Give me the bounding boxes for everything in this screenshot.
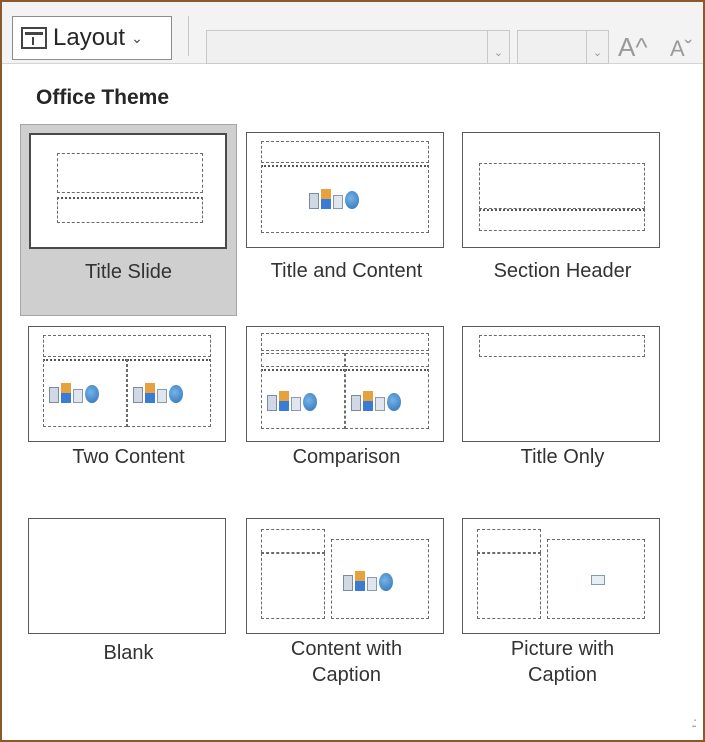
layout-gallery-window: Layout ⌄ ⌄ ⌄ A^ Aˇ Office Theme Title Sl… (0, 0, 705, 742)
layout-content-with-caption[interactable]: Content with Caption (238, 510, 455, 702)
layout-label: Content with Caption (290, 638, 403, 686)
layout-thumbnail (462, 326, 660, 442)
title-placeholder (479, 163, 645, 209)
layout-thumbnail (462, 132, 660, 248)
content-icons (49, 381, 99, 403)
content-icons (309, 187, 359, 209)
layout-thumbnail (246, 518, 444, 634)
layout-title-slide[interactable]: Title Slide (20, 124, 237, 316)
subtitle-placeholder (57, 197, 203, 223)
title-placeholder (261, 333, 429, 351)
layout-button-label: Layout (53, 24, 126, 51)
title-placeholder (57, 153, 203, 193)
layout-label: Section Header (493, 260, 632, 282)
caption-text-placeholder (477, 553, 541, 619)
content-icons (343, 569, 393, 591)
layout-thumbnail (462, 518, 660, 634)
layout-section-header[interactable]: Section Header (454, 124, 671, 316)
layout-comparison[interactable]: Comparison (238, 318, 455, 498)
right-heading-placeholder (345, 353, 429, 367)
layout-label: Two Content (72, 446, 185, 468)
ribbon-strip: Layout ⌄ ⌄ ⌄ A^ Aˇ (2, 2, 703, 64)
increase-font-size-button[interactable]: A^ (618, 32, 648, 63)
title-placeholder (261, 141, 429, 163)
title-placeholder (479, 335, 645, 357)
layout-thumbnail (28, 518, 226, 634)
layout-title-only[interactable]: Title Only (454, 318, 671, 498)
layout-label: Title and Content (270, 260, 423, 282)
resize-grip-icon[interactable]: .: (691, 714, 697, 730)
caption-title-placeholder (477, 529, 541, 553)
layout-button[interactable]: Layout ⌄ (12, 16, 172, 60)
layout-label: Picture with Caption (510, 638, 615, 686)
font-size-combobox[interactable]: ⌄ (517, 30, 609, 64)
picture-icon (591, 575, 605, 585)
layout-thumbnail (246, 132, 444, 248)
left-heading-placeholder (261, 353, 345, 367)
ribbon-separator (188, 16, 189, 56)
layout-picture-with-caption[interactable]: Picture with Caption (454, 510, 671, 702)
chevron-down-icon[interactable]: ⌄ (586, 31, 608, 63)
layout-label: Blank (103, 642, 154, 664)
layout-label: Comparison (292, 446, 401, 468)
font-name-combobox[interactable]: ⌄ (206, 30, 510, 64)
layout-thumbnail (246, 326, 444, 442)
layout-blank[interactable]: Blank (20, 510, 237, 702)
section-title: Office Theme (36, 86, 170, 109)
layout-label: Title Only (520, 446, 605, 468)
caption-text-placeholder (261, 553, 325, 619)
layout-title-and-content[interactable]: Title and Content (238, 124, 455, 316)
layout-label: Title Slide (84, 261, 173, 283)
content-icons (351, 389, 401, 411)
layout-icon (21, 27, 47, 49)
content-icons (267, 389, 317, 411)
title-placeholder (43, 335, 211, 357)
content-icons (133, 381, 183, 403)
layout-thumbnail (29, 133, 227, 249)
decrease-font-size-button[interactable]: Aˇ (670, 36, 692, 62)
chevron-down-icon: ⌄ (131, 29, 143, 46)
layout-thumbnail (28, 326, 226, 442)
caption-title-placeholder (261, 529, 325, 553)
layout-two-content[interactable]: Two Content (20, 318, 237, 498)
text-placeholder (479, 209, 645, 231)
chevron-down-icon[interactable]: ⌄ (487, 31, 509, 63)
